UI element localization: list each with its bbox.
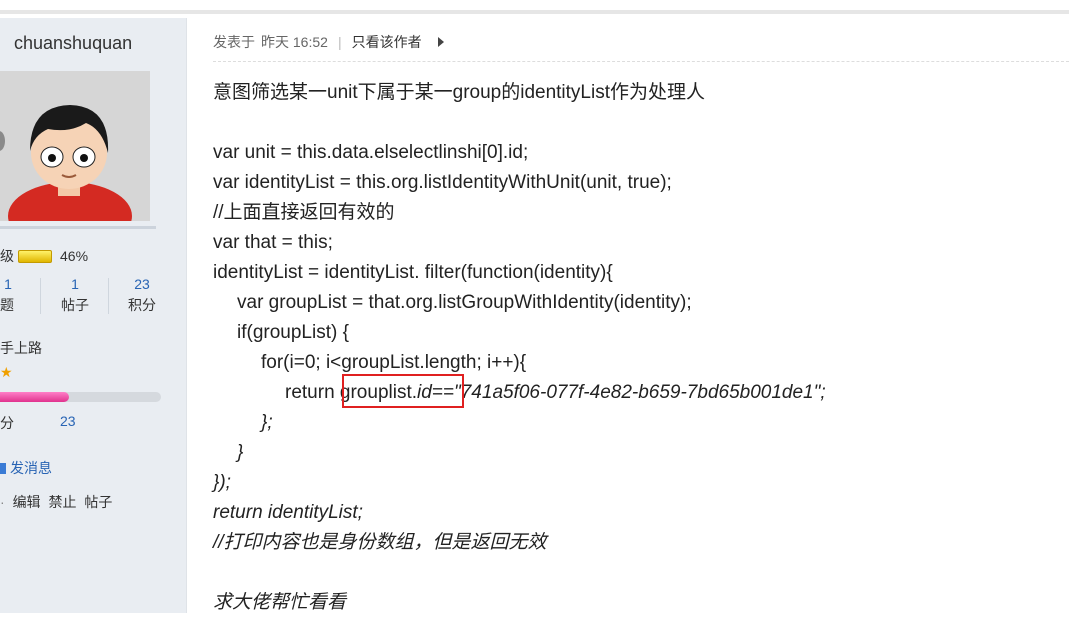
post-line: //打印内容也是身份数组，但是返回无效 [213, 532, 547, 553]
post-line: var identityList = this.org.listIdentity… [213, 172, 672, 193]
stat-points[interactable]: 23 积分 [122, 274, 162, 316]
stat-points-label[interactable]: 积分 [122, 294, 162, 316]
posted-time: 昨天 16:52 [261, 34, 328, 50]
rank-title: 手上路 [0, 340, 42, 356]
post-line: return identityList; [213, 502, 363, 523]
post-line: var groupList = that.org.listGroupWithId… [237, 292, 692, 313]
post-meta: 发表于 昨天 16:52 | 只看该作者 [213, 32, 444, 52]
post-line: }; [261, 412, 273, 433]
points-row: 分 23 [0, 413, 76, 433]
post-line: if(groupList) { [237, 322, 349, 343]
post-line: }); [213, 472, 231, 493]
star-icon: ★ [0, 364, 13, 380]
stat-threads[interactable]: 1 主题 [0, 274, 18, 316]
user-stats: 1 主题 1 帖子 23 积分 [0, 274, 180, 318]
post-line: var that = this; [213, 232, 333, 253]
post-line: } [237, 442, 244, 463]
admin-ban-link[interactable]: 禁止 [48, 494, 76, 510]
author-sidebar: chuanshuquan 级 46% 1 主题 1 帖子 [0, 18, 187, 613]
stat-posts[interactable]: 1 帖子 [55, 274, 95, 316]
stat-divider [40, 278, 41, 314]
code-italic: id=="741a5f06-077f-4e82-b659-7bd65b001de… [417, 382, 826, 403]
stat-points-value[interactable]: 23 [122, 274, 162, 294]
admin-edit-link[interactable]: 编辑 [13, 494, 41, 510]
stat-threads-value[interactable]: 1 [0, 274, 18, 294]
level-label: 级 [0, 248, 14, 264]
admin-links: · 编辑 禁止 帖子 [0, 492, 116, 512]
annotation-highlight-box [342, 374, 464, 408]
play-arrow-icon[interactable] [437, 37, 444, 47]
points-value: 23 [60, 413, 76, 429]
meta-separator: | [337, 34, 342, 50]
admin-icon: · [0, 494, 5, 510]
send-message-label[interactable]: 发消息 [10, 458, 52, 478]
user-level: 级 46% [0, 246, 88, 266]
admin-posts-link[interactable]: 帖子 [84, 494, 112, 510]
post-line: identityList = identityList. filter(func… [213, 262, 613, 283]
post-line: 意图筛选某一unit下属于某一group的identityList作为处理人 [213, 82, 705, 103]
message-icon [0, 462, 6, 474]
stat-posts-value[interactable]: 1 [55, 274, 95, 294]
author-username[interactable]: chuanshuquan [14, 33, 132, 54]
post-line: //上面直接返回有效的 [213, 202, 395, 223]
avatar[interactable] [0, 71, 150, 221]
avatar-underline [0, 226, 156, 229]
posted-label: 发表于 [213, 34, 255, 50]
stat-posts-label[interactable]: 帖子 [55, 294, 95, 316]
points-label: 分 [0, 415, 14, 431]
stat-divider [108, 278, 109, 314]
author-only-link[interactable]: 只看该作者 [352, 32, 422, 52]
post-line: 求大佬帮忙看看 [213, 592, 347, 613]
post-line: var unit = this.data.elselectlinshi[0].i… [213, 142, 529, 163]
send-message-link[interactable]: 发消息 [0, 458, 52, 478]
level-badge-icon [18, 249, 52, 263]
credit-progress-bar [0, 392, 161, 402]
level-percent: 46% [60, 248, 89, 264]
meta-divider [213, 61, 1069, 62]
stat-threads-label[interactable]: 主题 [0, 294, 18, 316]
top-bar [0, 0, 1069, 14]
credit-progress-fill [0, 392, 69, 402]
